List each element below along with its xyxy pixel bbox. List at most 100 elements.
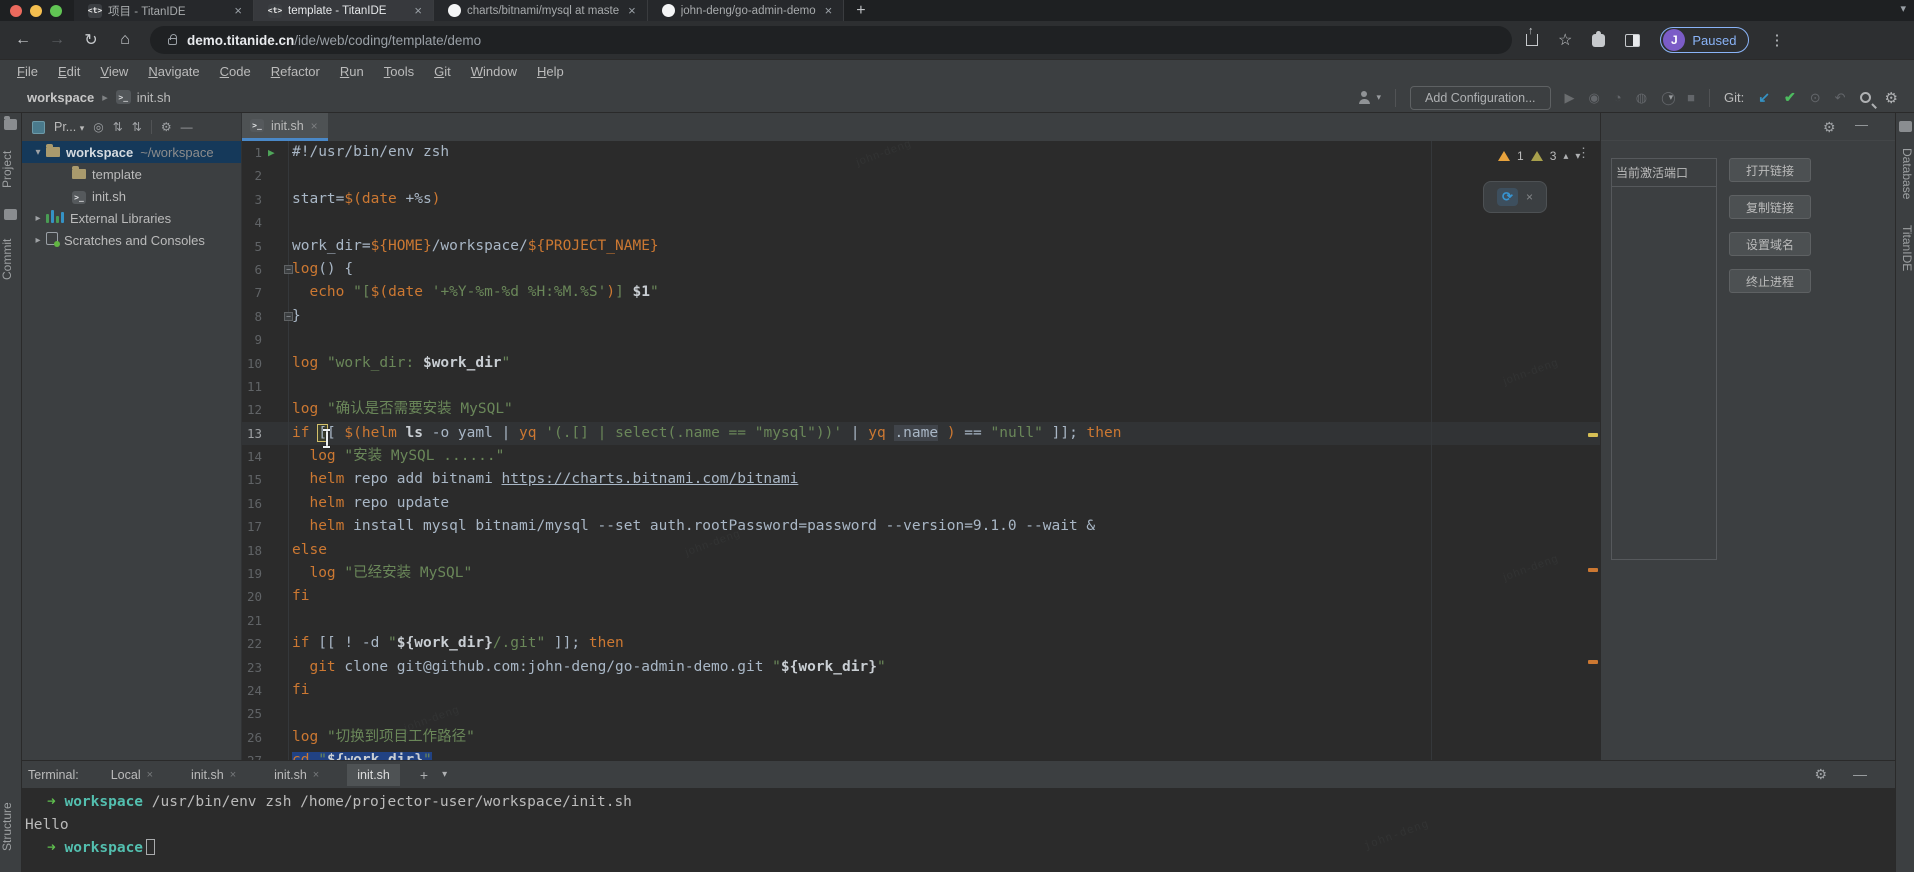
code-line[interactable]: 15 helm repo add bitnami https://charts.… xyxy=(242,468,1600,491)
profile-button[interactable]: J Paused xyxy=(1660,27,1749,53)
editor-tab-init-sh[interactable]: >_ init.sh × xyxy=(242,113,328,141)
code-line[interactable]: 8−} xyxy=(242,305,1600,328)
expand-all-icon[interactable]: ⇅ xyxy=(113,120,123,134)
ports-settings-gear-icon[interactable]: ⚙ xyxy=(1823,119,1836,136)
user-chevron-icon[interactable]: ▾ xyxy=(1377,92,1382,103)
port-action-button[interactable]: 复制链接 xyxy=(1729,195,1811,219)
tool-label-database[interactable]: Database xyxy=(1896,139,1914,209)
tool-label-structure[interactable]: Structure xyxy=(0,791,21,863)
project-view-selector[interactable]: Pr... ▾ xyxy=(54,120,84,134)
warning-stripe-mark[interactable] xyxy=(1588,568,1598,572)
terminal-tab[interactable]: init.sh xyxy=(347,764,400,786)
search-everywhere-icon[interactable] xyxy=(1860,92,1871,103)
tab-close-icon[interactable]: × xyxy=(822,3,836,18)
code-line[interactable]: 12log "确认是否需要安装 MySQL" xyxy=(242,398,1600,421)
prev-warning-icon[interactable]: ▴ xyxy=(1563,151,1568,162)
new-terminal-icon[interactable]: + xyxy=(420,767,428,783)
coverage-icon[interactable]: ◍ xyxy=(1636,90,1647,106)
menu-file[interactable]: File xyxy=(8,62,47,81)
tree-item-workspace[interactable]: ▾workspace~/workspace xyxy=(22,141,241,163)
tree-item-init-sh[interactable]: >_init.sh xyxy=(22,185,241,207)
tree-chevron-icon[interactable]: ▸ xyxy=(32,213,44,224)
menu-view[interactable]: View xyxy=(91,62,137,81)
user-icon[interactable] xyxy=(1358,91,1371,104)
code-line[interactable]: 20fi xyxy=(242,585,1600,608)
menu-git[interactable]: Git xyxy=(425,62,460,81)
lock-icon[interactable] xyxy=(168,38,177,45)
share-icon[interactable] xyxy=(1526,34,1538,46)
browser-menu-icon[interactable]: ⋮ xyxy=(1769,31,1784,49)
panel-settings-gear-icon[interactable]: ⚙ xyxy=(161,120,172,134)
run-icon[interactable]: ▶ xyxy=(1565,90,1575,106)
ports-hide-icon[interactable]: — xyxy=(1855,117,1868,132)
new-tab-button[interactable]: + xyxy=(844,0,877,21)
profiler-icon[interactable]: ◔ xyxy=(1614,90,1622,105)
tab-close-icon[interactable]: × xyxy=(625,3,639,18)
add-configuration-button[interactable]: Add Configuration... xyxy=(1410,86,1551,110)
code-line[interactable]: 11 xyxy=(242,375,1600,398)
code-line[interactable]: 6−log() { xyxy=(242,258,1600,281)
fold-icon[interactable]: − xyxy=(284,265,293,274)
reload-icon[interactable]: ↻ xyxy=(74,30,108,50)
browser-tab[interactable]: <t>template - TitanIDE× xyxy=(254,0,434,21)
port-action-button[interactable]: 设置域名 xyxy=(1729,232,1811,256)
terminal-dropdown-icon[interactable]: ▾ xyxy=(442,769,447,780)
runner-chevron-icon[interactable]: ▾ xyxy=(1669,92,1674,103)
home-icon[interactable]: ⌂ xyxy=(108,31,142,49)
code-line[interactable]: 14 log "安装 MySQL ......" xyxy=(242,445,1600,468)
debug-icon[interactable]: ◉ xyxy=(1589,90,1600,106)
breadcrumb-project[interactable]: workspace xyxy=(27,90,94,105)
side-panel-icon[interactable] xyxy=(1625,34,1640,47)
menu-help[interactable]: Help xyxy=(528,62,573,81)
address-bar[interactable]: demo.titanide.cn/ide/web/coding/template… xyxy=(150,26,1512,54)
menu-code[interactable]: Code xyxy=(211,62,260,81)
menu-navigate[interactable]: Navigate xyxy=(139,62,208,81)
extensions-icon[interactable] xyxy=(1592,34,1605,47)
tab-close-icon[interactable]: × xyxy=(147,769,153,781)
breadcrumb-file[interactable]: init.sh xyxy=(137,90,171,105)
terminal-hide-icon[interactable]: — xyxy=(1853,766,1867,783)
code-line[interactable]: 3start=$(date +%s) xyxy=(242,188,1600,211)
code-line[interactable]: 13if [[ $(helm ls -o yaml | yq '(.[] | s… xyxy=(242,422,1600,445)
tree-item-external-libraries[interactable]: ▸External Libraries xyxy=(22,207,241,229)
code-line[interactable]: 10log "work_dir: $work_dir" xyxy=(242,352,1600,375)
port-action-button[interactable]: 打开链接 xyxy=(1729,158,1811,182)
code-area[interactable]: 1▶#!/usr/bin/env zsh2 3start=$(date +%s)… xyxy=(242,141,1600,760)
code-line[interactable]: 16 helm repo update xyxy=(242,492,1600,515)
menu-window[interactable]: Window xyxy=(462,62,526,81)
code-line[interactable]: 18else xyxy=(242,539,1600,562)
stop-icon[interactable]: ■ xyxy=(1687,90,1695,105)
menu-edit[interactable]: Edit xyxy=(49,62,89,81)
browser-tab[interactable]: charts/bitnami/mysql at maste× xyxy=(434,0,648,21)
tab-search-chevron-icon[interactable]: ▾ xyxy=(1900,2,1906,15)
code-line[interactable]: 2 xyxy=(242,164,1600,187)
tab-close-icon[interactable]: × xyxy=(230,769,236,781)
tab-close-icon[interactable]: × xyxy=(411,3,425,18)
terminal-tab[interactable]: Local× xyxy=(101,764,163,786)
tool-label-project[interactable]: Project xyxy=(0,139,21,199)
commit-tool-icon[interactable] xyxy=(4,209,17,220)
browser-tab[interactable]: john-deng/go-admin-demo× xyxy=(648,0,844,21)
tree-chevron-icon[interactable]: ▾ xyxy=(32,147,44,158)
hide-panel-icon[interactable]: — xyxy=(181,120,193,134)
tree-item-scratches-and-consoles[interactable]: ▸Scratches and Consoles xyxy=(22,229,241,251)
bookmark-star-icon[interactable]: ☆ xyxy=(1558,30,1572,50)
editor[interactable]: >_ init.sh × 1▶#!/usr/bin/env zsh2 3star… xyxy=(242,113,1600,760)
terminal-tab[interactable]: init.sh× xyxy=(181,764,246,786)
next-warning-icon[interactable]: ▾ xyxy=(1575,151,1580,162)
code-line[interactable]: 26log "切换到项目工作路径" xyxy=(242,726,1600,749)
back-icon[interactable]: ← xyxy=(6,31,40,49)
code-line[interactable]: 4 xyxy=(242,211,1600,234)
code-line[interactable]: 23 git clone git@github.com:john-deng/go… xyxy=(242,656,1600,679)
tab-close-icon[interactable]: × xyxy=(231,3,245,18)
dismiss-icon[interactable]: × xyxy=(1526,190,1533,204)
tab-close-icon[interactable]: × xyxy=(311,119,318,133)
terminal-settings-gear-icon[interactable]: ⚙ xyxy=(1814,766,1827,783)
code-line[interactable]: 22if [[ ! -d "${work_dir}/.git" ]]; then xyxy=(242,632,1600,655)
git-update-icon[interactable]: ↙ xyxy=(1758,89,1770,106)
macos-traffic-lights[interactable] xyxy=(0,0,74,21)
code-line[interactable]: 9 xyxy=(242,328,1600,351)
tree-item-template[interactable]: template xyxy=(22,163,241,185)
settings-gear-icon[interactable]: ⚙ xyxy=(1885,89,1898,107)
project-tool-icon[interactable] xyxy=(4,119,17,130)
